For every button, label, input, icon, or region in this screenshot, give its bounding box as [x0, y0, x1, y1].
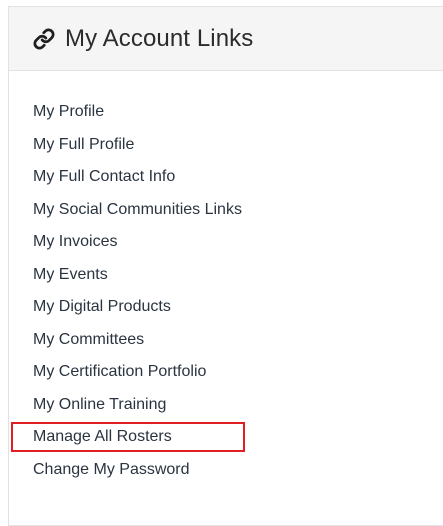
my-digital-products-link[interactable]: My Digital Products: [33, 298, 171, 316]
list-item: Manage All Rosters: [11, 421, 443, 454]
list-item: My Profile: [33, 96, 443, 129]
highlight-box: [11, 422, 245, 452]
my-committees-link[interactable]: My Committees: [33, 331, 144, 349]
my-profile-link[interactable]: My Profile: [33, 103, 104, 121]
account-links-panel: My Account Links My Profile My Full Prof…: [8, 6, 443, 526]
list-item: My Full Contact Info: [33, 161, 443, 194]
list-item: My Certification Portfolio: [33, 356, 443, 389]
list-item: My Invoices: [33, 226, 443, 259]
change-my-password-link[interactable]: Change My Password: [33, 461, 190, 479]
list-item: My Events: [33, 259, 443, 292]
list-item: My Online Training: [33, 389, 443, 422]
my-full-profile-link[interactable]: My Full Profile: [33, 136, 134, 154]
my-invoices-link[interactable]: My Invoices: [33, 233, 117, 251]
link-icon: [33, 28, 55, 50]
list-item: My Social Communities Links: [33, 194, 443, 227]
my-online-training-link[interactable]: My Online Training: [33, 396, 166, 414]
panel-title: My Account Links: [65, 24, 254, 52]
list-item: Change My Password: [33, 454, 443, 487]
my-social-communities-links-link[interactable]: My Social Communities Links: [33, 201, 242, 219]
account-links-list: My Profile My Full Profile My Full Conta…: [9, 71, 443, 486]
my-certification-portfolio-link[interactable]: My Certification Portfolio: [33, 363, 206, 381]
list-item: My Digital Products: [33, 291, 443, 324]
my-full-contact-info-link[interactable]: My Full Contact Info: [33, 168, 175, 186]
list-item: My Full Profile: [33, 129, 443, 162]
panel-header: My Account Links: [9, 7, 443, 71]
my-events-link[interactable]: My Events: [33, 266, 108, 284]
list-item: My Committees: [33, 324, 443, 357]
